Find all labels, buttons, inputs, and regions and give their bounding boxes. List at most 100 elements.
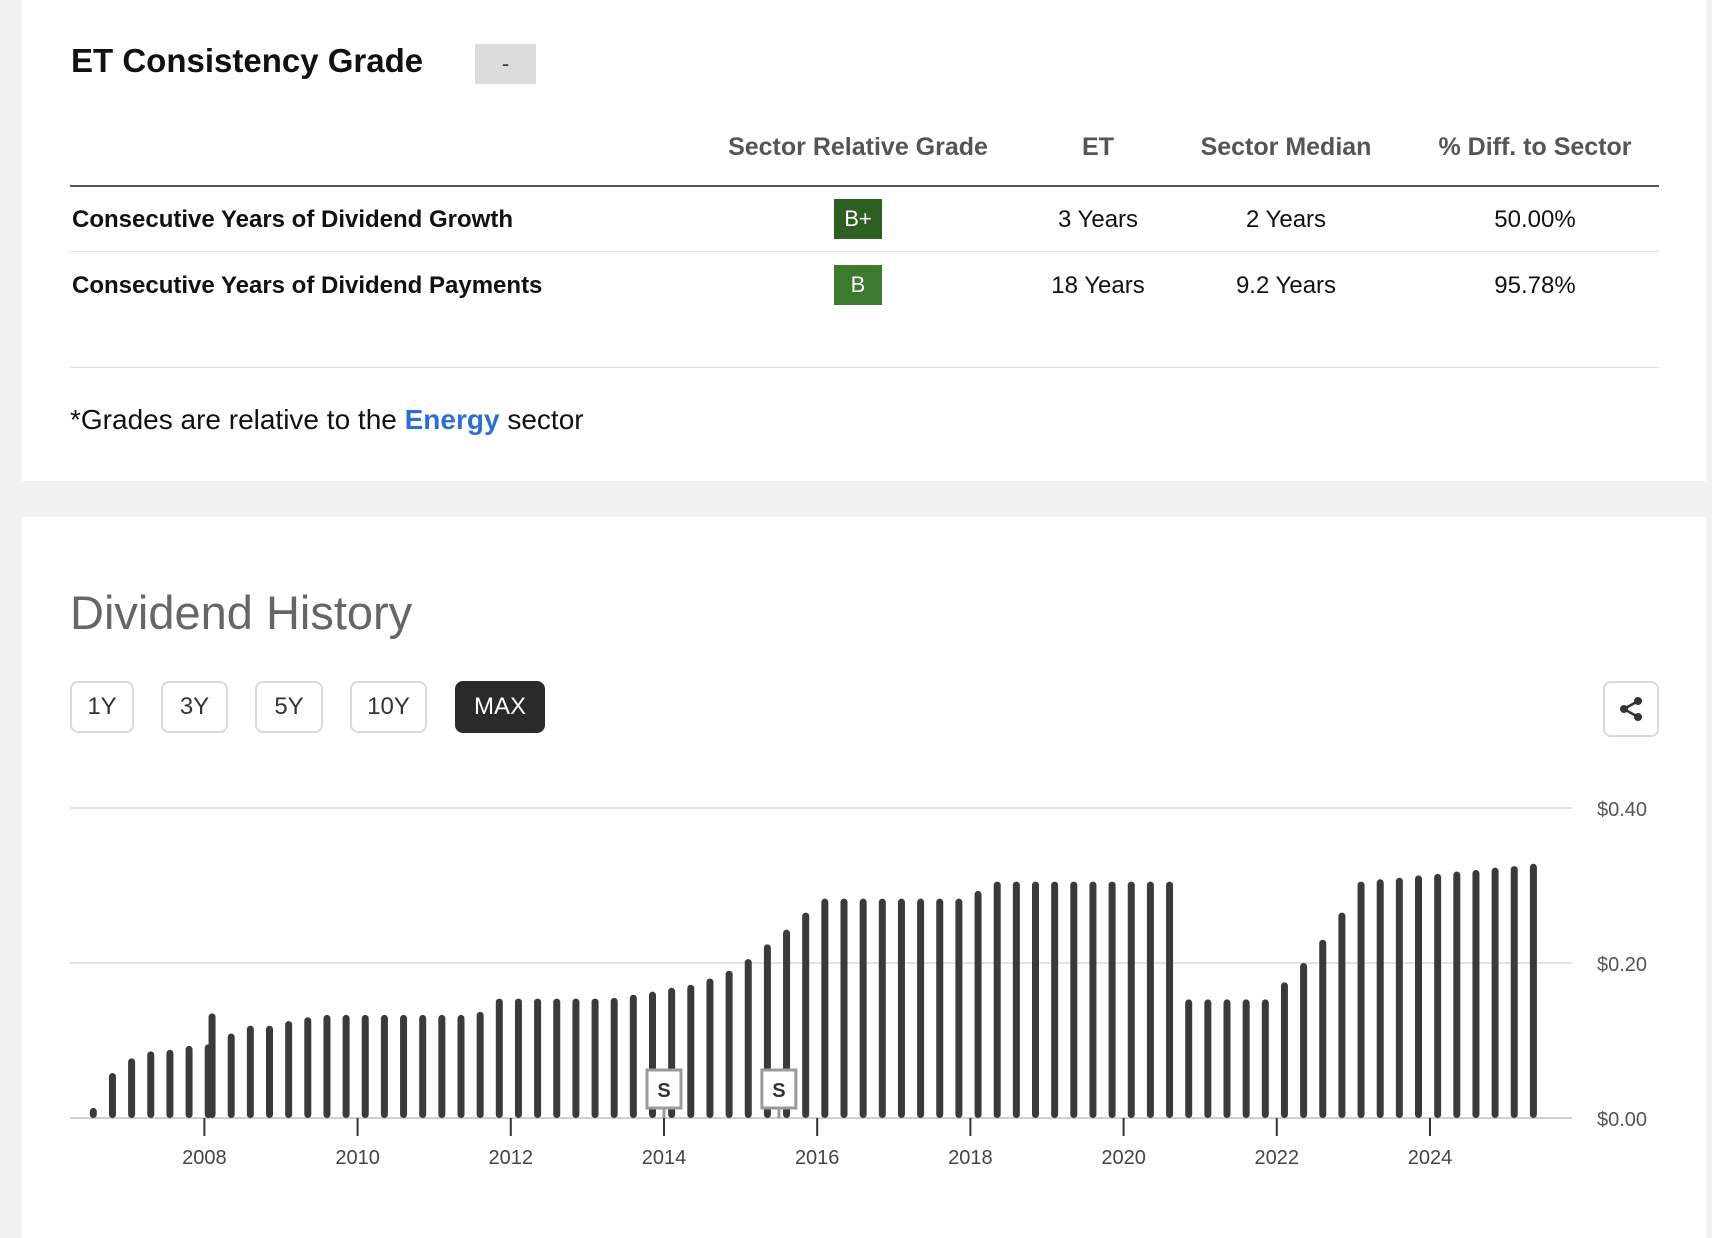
dividend-bar bbox=[438, 1014, 446, 1118]
dividend-bar bbox=[1300, 963, 1308, 1118]
sector-median-value: 9.2 Years bbox=[1235, 272, 1337, 299]
dividend-bar bbox=[285, 1021, 293, 1118]
sector-median-value: 2 Years bbox=[1245, 206, 1327, 233]
note-suffix: sector bbox=[499, 404, 584, 435]
dividend-bar bbox=[514, 998, 522, 1118]
dividend-bar bbox=[1453, 871, 1461, 1118]
x-tick-label: 2020 bbox=[1101, 1147, 1146, 1169]
dividend-bar bbox=[1012, 881, 1020, 1118]
sector-grade-badge: B bbox=[834, 265, 882, 305]
x-tick-label: 2016 bbox=[795, 1147, 840, 1169]
dividend-bar bbox=[1089, 881, 1097, 1118]
dividend-bar bbox=[1280, 982, 1288, 1118]
dividend-bar bbox=[166, 1049, 174, 1118]
x-tick-label: 2018 bbox=[948, 1147, 993, 1169]
x-tick-label: 2024 bbox=[1408, 1147, 1453, 1169]
dividend-bar bbox=[400, 1014, 408, 1118]
dividend-bar bbox=[108, 1073, 116, 1118]
row-divider bbox=[70, 251, 1659, 252]
dividend-bar bbox=[936, 898, 944, 1118]
y-tick-label: $0.20 bbox=[1597, 954, 1647, 976]
dividend-bar bbox=[1070, 881, 1078, 1118]
dividend-bar bbox=[1146, 881, 1154, 1118]
x-tick-label: 2008 bbox=[182, 1147, 227, 1169]
energy-sector-link[interactable]: Energy bbox=[405, 404, 500, 435]
dividend-bar bbox=[591, 998, 599, 1118]
dividend-bar bbox=[1185, 999, 1193, 1118]
column-header-et: ET bbox=[1082, 133, 1114, 161]
x-tick-label: 2012 bbox=[489, 1147, 534, 1169]
dividend-bar bbox=[1338, 912, 1346, 1118]
dividend-bar bbox=[323, 1014, 331, 1118]
column-header-sector-median: Sector Median bbox=[1200, 133, 1372, 161]
dividend-history-card: Dividend History 1Y 3Y 5Y 10Y MAX $0.00 $… bbox=[22, 517, 1706, 1238]
dividend-bar bbox=[802, 912, 810, 1118]
column-header-diff-to-sector: % Diff. to Sector bbox=[1438, 133, 1632, 161]
et-value: 18 Years bbox=[1051, 272, 1145, 299]
grade-card-title: ET Consistency Grade bbox=[71, 42, 424, 79]
dividend-bar bbox=[342, 1014, 350, 1118]
dividend-bar bbox=[897, 898, 905, 1118]
dividend-bar bbox=[1242, 999, 1250, 1118]
dividend-bar bbox=[1032, 881, 1039, 1118]
dividend-bar bbox=[361, 1014, 369, 1118]
dividend-bar bbox=[610, 997, 618, 1118]
dividend-bar bbox=[725, 970, 733, 1118]
dividend-bar bbox=[840, 898, 848, 1118]
dividend-bar bbox=[572, 998, 580, 1118]
dividend-bar bbox=[859, 898, 867, 1118]
dividend-bar bbox=[1319, 939, 1327, 1118]
dividend-bar bbox=[266, 1025, 273, 1118]
dividend-bar bbox=[1051, 881, 1059, 1118]
dividend-bar bbox=[534, 998, 542, 1118]
dividend-bar bbox=[495, 998, 503, 1118]
dividend-bar bbox=[380, 1014, 388, 1118]
dividend-bar bbox=[993, 881, 1001, 1118]
dividend-bar bbox=[553, 998, 561, 1118]
dividend-bar bbox=[246, 1025, 254, 1118]
dividend-bar bbox=[1261, 999, 1269, 1118]
y-tick-label: $0.40 bbox=[1597, 799, 1647, 821]
overall-grade-badge: - bbox=[475, 44, 536, 84]
dividend-bar bbox=[955, 898, 963, 1118]
dividend-bar bbox=[1529, 863, 1537, 1118]
note-prefix: *Grades are relative to the bbox=[70, 404, 405, 435]
dividend-bar bbox=[419, 1014, 427, 1118]
dividend-bar bbox=[1415, 875, 1422, 1118]
dividend-history-chart: $0.00 $0.20 $0.40 2008 2010 2012 2014 2016 2018 2… bbox=[70, 799, 1647, 1169]
row-label: Consecutive Years of Dividend Payments bbox=[72, 272, 543, 299]
y-tick-label: $0.00 bbox=[1597, 1109, 1647, 1131]
table-header-divider bbox=[70, 185, 1659, 187]
diff-value: 95.78% bbox=[1494, 272, 1576, 299]
dividend-bar bbox=[629, 994, 637, 1118]
dividend-bar bbox=[1127, 881, 1135, 1118]
dividend-bar bbox=[1376, 879, 1384, 1118]
et-value: 3 Years bbox=[1057, 206, 1139, 233]
row-label: Consecutive Years of Dividend Growth bbox=[72, 206, 513, 233]
dividend-bar bbox=[457, 1014, 465, 1118]
sector-grade-badge: B+ bbox=[834, 199, 882, 239]
dividend-bar bbox=[1108, 881, 1116, 1118]
table-bottom-divider bbox=[70, 367, 1659, 368]
dividend-bar bbox=[185, 1045, 193, 1118]
dividend-bar bbox=[744, 959, 752, 1118]
dividend-bar bbox=[974, 890, 982, 1118]
dividend-bar bbox=[706, 978, 714, 1118]
dividend-bar bbox=[878, 898, 886, 1118]
dividend-bar bbox=[821, 898, 829, 1118]
dividend-bar bbox=[687, 984, 695, 1118]
diff-value: 50.00% bbox=[1494, 206, 1576, 233]
dividend-bar bbox=[1204, 999, 1212, 1118]
dividend-bar bbox=[476, 1011, 484, 1118]
dividend-bar bbox=[1434, 873, 1442, 1118]
dividend-bar bbox=[1472, 870, 1480, 1118]
split-marker-label: S bbox=[657, 1080, 670, 1102]
grades-note: *Grades are relative to the Energy secto… bbox=[70, 404, 584, 436]
dividend-bar bbox=[1357, 881, 1365, 1118]
dividend-bar bbox=[1491, 867, 1499, 1118]
dividend-bar bbox=[147, 1051, 155, 1118]
dividend-bar bbox=[1510, 866, 1518, 1118]
consistency-grade-card: ET Consistency Grade - Sector Relative G… bbox=[22, 0, 1706, 481]
dividend-bar bbox=[208, 1013, 216, 1118]
dividend-bar bbox=[128, 1058, 136, 1118]
